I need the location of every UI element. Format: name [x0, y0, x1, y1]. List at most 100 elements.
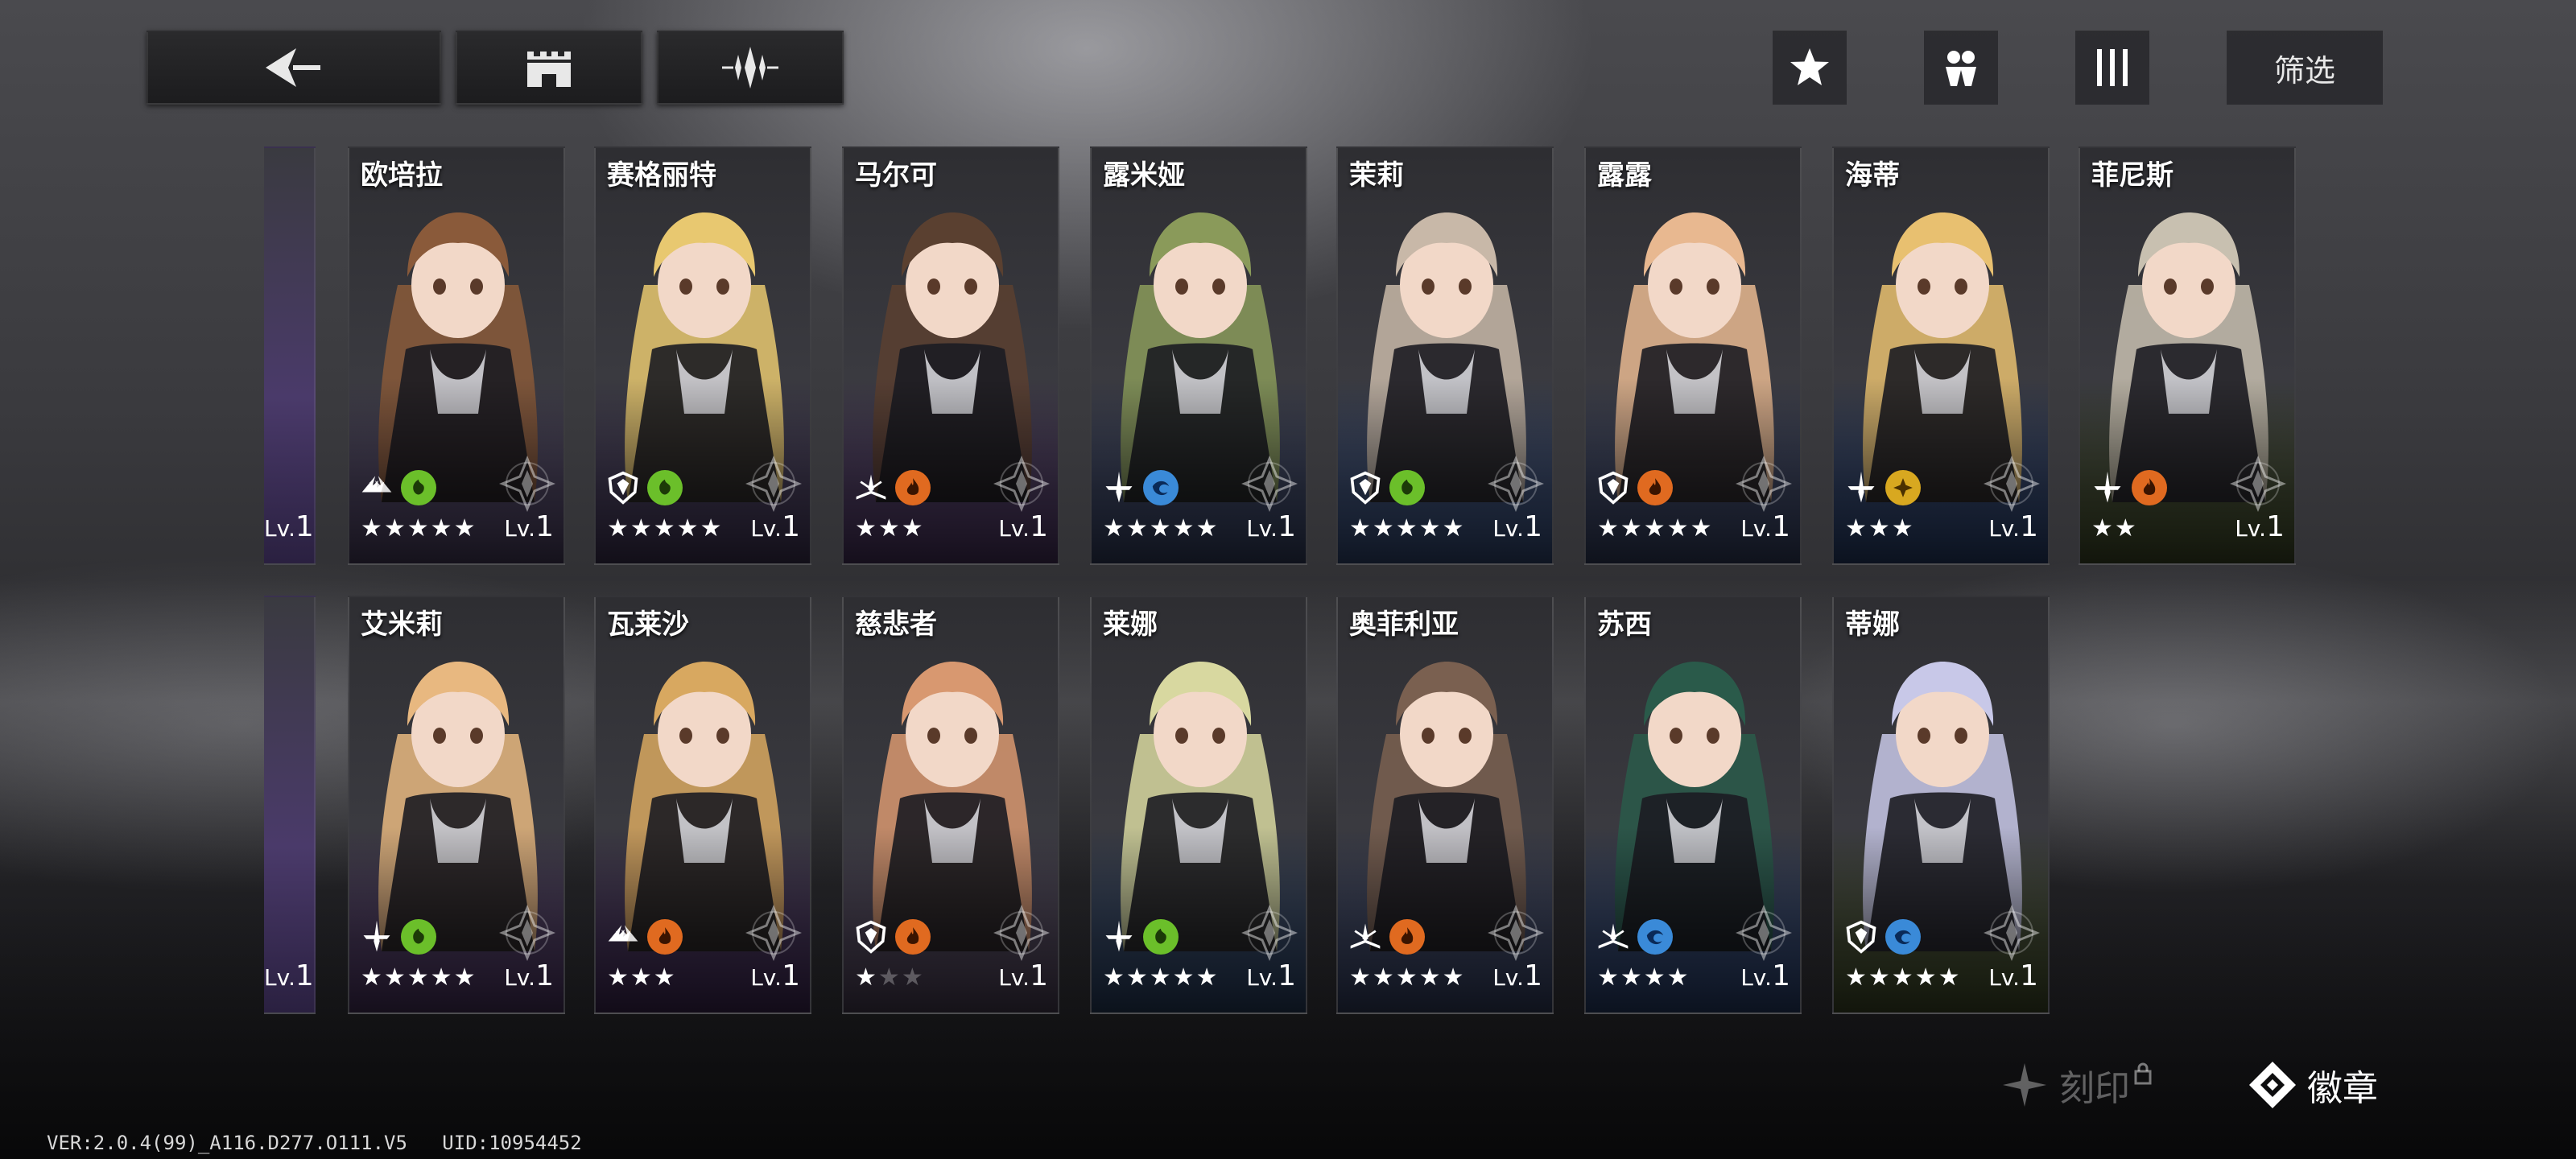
character-level: Lv.1 — [750, 959, 800, 992]
faction-emblem-icon — [993, 905, 1050, 961]
team-button[interactable] — [1924, 31, 1998, 105]
partial-card-row2[interactable]: Lv.1 — [264, 596, 316, 1014]
character-level: Lv.1 — [1492, 959, 1542, 992]
lock-icon — [2134, 1062, 2152, 1085]
class-icon-shield — [605, 470, 641, 505]
level-prefix: Lv. — [998, 964, 1030, 991]
level-value: 1 — [1278, 959, 1296, 992]
class-icon-shield — [1348, 470, 1383, 505]
faction-emblem-icon — [745, 905, 802, 961]
element-toxic-icon — [1143, 919, 1179, 955]
level-value: 1 — [2020, 510, 2038, 543]
character-attributes — [1348, 919, 1425, 955]
switch-button[interactable] — [657, 31, 844, 105]
rarity-stars: ★★★★★ — [1103, 514, 1220, 542]
character-card[interactable]: 露露 ★★★★★ Lv.1 — [1584, 146, 1802, 565]
rarity-stars: ★★★★★ — [361, 514, 477, 542]
level-prefix: Lv. — [2235, 515, 2267, 542]
level-value: 1 — [1524, 510, 1542, 543]
character-card[interactable]: 瓦莱沙 ★★★ Lv.1 — [594, 596, 811, 1014]
base-button[interactable] — [456, 31, 642, 105]
level-prefix: Lv. — [1988, 515, 2021, 542]
character-card[interactable]: 茉莉 ★★★★★ Lv.1 — [1336, 146, 1554, 565]
character-attributes — [359, 470, 436, 505]
character-card[interactable]: 莱娜 ★★★★★ Lv.1 — [1090, 596, 1307, 1014]
rarity-stars: ★★ — [2091, 514, 2138, 542]
character-name: 莱娜 — [1103, 608, 1158, 641]
character-attributes — [1596, 919, 1673, 955]
level-prefix: Lv. — [750, 515, 782, 542]
character-card[interactable]: 马尔可 ★★★ Lv.1 — [842, 146, 1059, 565]
character-card[interactable]: 海蒂 ★★★ Lv.1 — [1832, 146, 2050, 565]
rarity-stars: ★★★ — [855, 514, 925, 542]
version-text: VER:2.0.4(99)_A116.D277.O111.V5 — [47, 1132, 407, 1154]
character-card[interactable]: 苏西 ★★★★ Lv.1 — [1584, 596, 1802, 1014]
level-prefix: Lv. — [1492, 515, 1525, 542]
level-value: 1 — [1772, 959, 1790, 992]
rarity-stars: ★★★★★ — [1845, 963, 1962, 992]
character-name: 茉莉 — [1349, 159, 1404, 192]
character-attributes — [605, 919, 683, 955]
character-attributes — [853, 470, 931, 505]
rarity-stars: ★★★★★ — [1103, 963, 1220, 992]
character-name: 慈悲者 — [855, 608, 937, 641]
star-icon — [1790, 48, 1829, 85]
level-value: 1 — [782, 510, 800, 543]
version-info: VER:2.0.4(99)_A116.D277.O111.V5 UID:1095… — [47, 1132, 582, 1154]
rarity-stars: ★★★ — [1845, 514, 1915, 542]
badge-label: 徽章 — [2307, 1068, 2378, 1109]
faction-emblem-icon — [1241, 905, 1298, 961]
columns-icon — [2097, 49, 2128, 86]
engrave-button[interactable]: 刻印 — [2000, 1059, 2153, 1111]
character-name: 蒂娜 — [1845, 608, 1900, 641]
element-wind-icon — [1885, 919, 1921, 955]
character-card[interactable]: 露米娅 ★★★★★ Lv.1 — [1090, 146, 1307, 565]
level-value: 1 — [1524, 959, 1542, 992]
class-icon-book — [1596, 919, 1631, 955]
character-card[interactable]: 菲尼斯 ★★ Lv.1 — [2079, 146, 2296, 565]
faction-emblem-icon — [499, 905, 555, 961]
back-arrow-icon — [266, 48, 320, 87]
level-prefix: Lv. — [1988, 964, 2021, 991]
character-name: 苏西 — [1597, 608, 1652, 641]
badge-icon — [2249, 1062, 2296, 1108]
character-card[interactable]: 赛格丽特 ★★★★★ Lv.1 — [594, 146, 811, 565]
faction-emblem-icon — [1736, 905, 1792, 961]
character-card[interactable]: 慈悲者 ★★★ Lv.1 — [842, 596, 1059, 1014]
level-value: 1 — [1278, 510, 1296, 543]
partial-card-level: Lv.1 — [264, 959, 314, 992]
favorite-button[interactable] — [1773, 31, 1847, 105]
level-value: 1 — [2266, 510, 2285, 543]
badge-button[interactable]: 徽章 — [2248, 1059, 2378, 1111]
sort-button[interactable] — [2075, 31, 2149, 105]
faction-emblem-icon — [1241, 456, 1298, 512]
character-attributes — [1596, 470, 1673, 505]
partial-card-row1[interactable]: Lv.1 — [264, 146, 316, 565]
level-prefix: Lv. — [504, 515, 536, 542]
character-name: 露米娅 — [1103, 159, 1185, 192]
character-card[interactable]: 艾米莉 ★★★★★ Lv.1 — [348, 596, 565, 1014]
element-wind-icon — [1143, 470, 1179, 505]
level-prefix: Lv. — [750, 964, 782, 991]
engrave-icon — [2003, 1063, 2046, 1107]
character-card[interactable]: 欧培拉 ★★★★★ Lv.1 — [348, 146, 565, 565]
element-fire-icon — [647, 919, 683, 955]
element-fire-icon — [1389, 919, 1425, 955]
filter-button[interactable]: 筛选 — [2227, 31, 2383, 105]
faction-emblem-icon — [1984, 905, 2040, 961]
class-icon-sword — [1101, 919, 1137, 955]
character-card[interactable]: 蒂娜 ★★★★★ Lv.1 — [1832, 596, 2050, 1014]
engrave-label: 刻印 — [2059, 1068, 2130, 1109]
element-fire-icon — [2132, 470, 2167, 505]
level-prefix: Lv. — [1246, 515, 1278, 542]
rarity-stars: ★★★★★ — [1349, 963, 1466, 992]
character-name: 菲尼斯 — [2091, 159, 2174, 192]
rarity-stars: ★★★★ — [1597, 963, 1690, 992]
back-button[interactable] — [147, 31, 441, 105]
character-card[interactable]: 奥菲利亚 ★★★★★ Lv.1 — [1336, 596, 1554, 1014]
character-attributes — [1843, 919, 1921, 955]
level-value: 1 — [1030, 959, 1048, 992]
level-prefix: Lv. — [1246, 964, 1278, 991]
level-prefix: Lv. — [998, 515, 1030, 542]
class-icon-sword — [359, 919, 394, 955]
